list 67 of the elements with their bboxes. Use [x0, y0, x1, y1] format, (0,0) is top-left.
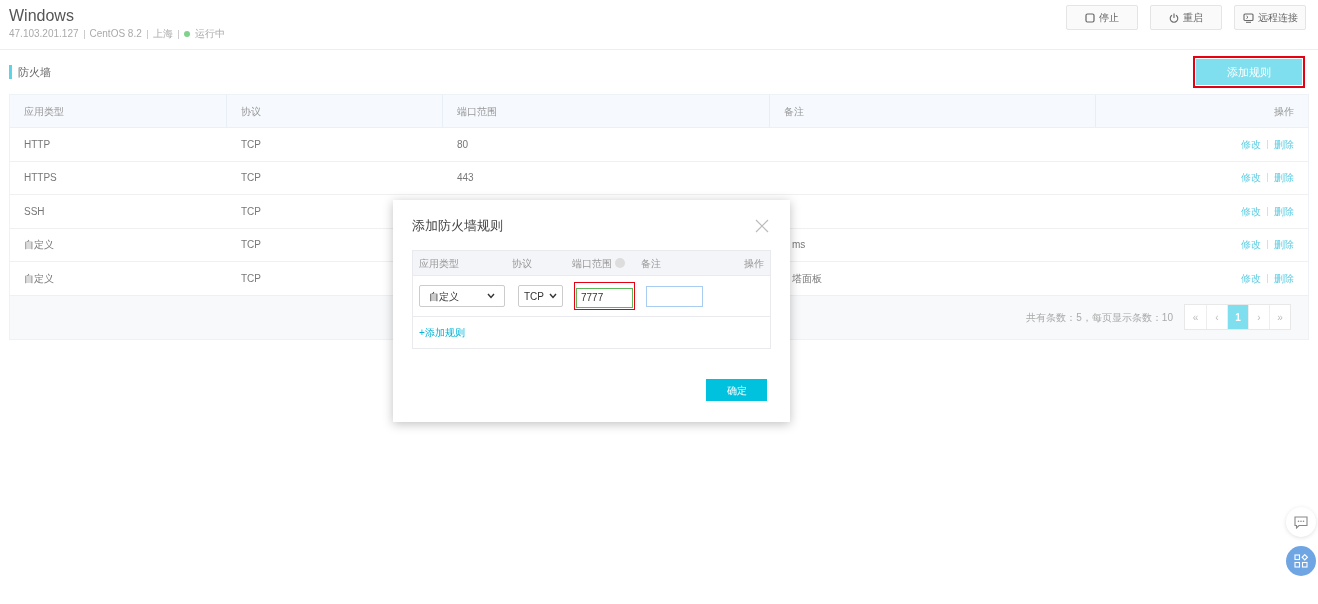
table-cell-text: 塔面板 — [792, 271, 822, 286]
column-header: 协议 — [512, 256, 532, 271]
table-cell-text: TCP — [241, 171, 261, 186]
port-field[interactable]: 7777 — [576, 287, 633, 308]
column-header: 备注 — [784, 104, 804, 119]
page-button[interactable]: › — [1248, 305, 1269, 329]
column-header: 操作 — [1274, 104, 1294, 119]
server-title: Windows — [9, 6, 75, 26]
add-rule-button[interactable]: 添加规则 — [1196, 59, 1302, 86]
protocol-select[interactable]: TCP — [518, 285, 563, 307]
apps-button[interactable] — [1286, 546, 1316, 576]
table-cell-text: ms — [792, 238, 806, 253]
table-cell-text: HTTP — [24, 137, 51, 152]
add-rule-link[interactable]: +添加规则 — [419, 325, 465, 340]
caret-icon — [487, 293, 495, 299]
column-header: 协议 — [241, 104, 261, 119]
edit-link[interactable]: 修改 — [1241, 203, 1261, 219]
delete-link[interactable]: 删除 — [1274, 270, 1294, 286]
restart-button[interactable]: 重启 — [1150, 5, 1222, 30]
column-header: 应用类型 — [419, 256, 459, 271]
help-icon — [615, 258, 625, 268]
region: 上海 — [152, 27, 173, 41]
column-header: 操作 — [744, 256, 764, 271]
table-cell-text: TCP — [241, 238, 261, 253]
table-cell-text: 80 — [457, 137, 469, 152]
column-header: 备注 — [641, 256, 661, 271]
chat-button[interactable] — [1286, 507, 1316, 537]
edit-link[interactable]: 修改 — [1241, 237, 1261, 253]
delete-link[interactable]: 删除 — [1274, 203, 1294, 219]
apps-icon — [1294, 554, 1308, 568]
ip-address: 47.103.201.127 — [9, 27, 79, 41]
edit-link[interactable]: 修改 — [1241, 136, 1261, 152]
dialog-title: 添加防火墙规则 — [412, 217, 503, 236]
edit-link[interactable]: 修改 — [1241, 270, 1261, 286]
remote-button[interactable]: 远程连接 — [1234, 5, 1306, 30]
edit-link[interactable]: 修改 — [1241, 170, 1261, 186]
table-cell-text: SSH — [24, 204, 45, 219]
column-header: 应用类型 — [24, 104, 64, 119]
delete-link[interactable]: 删除 — [1274, 170, 1294, 186]
page-button[interactable]: « — [1185, 305, 1206, 329]
status-text: 运行中 — [194, 27, 225, 41]
column-header: 端口范围 — [457, 104, 497, 119]
delete-link[interactable]: 删除 — [1274, 136, 1294, 152]
page-button[interactable]: » — [1269, 305, 1290, 329]
table-cell-text: 443 — [457, 171, 474, 186]
monitor-icon — [1242, 12, 1254, 23]
square-icon — [1085, 12, 1095, 23]
column-header: 端口范围 — [572, 256, 612, 271]
pagination-summary: 共有条数：5，每页显示条数：10 — [1026, 310, 1173, 325]
caret-icon — [549, 293, 557, 299]
page-button[interactable]: 1 — [1227, 305, 1248, 329]
table-cell-text: 自定义 — [24, 271, 54, 286]
close-icon[interactable] — [755, 219, 769, 233]
stop-button[interactable]: 停止 — [1066, 5, 1138, 30]
table-cell-text: HTTPS — [24, 171, 57, 186]
table-cell-text: TCP — [241, 271, 261, 286]
type-select[interactable]: 自定义 — [419, 285, 505, 307]
section-title: 防火墙 — [18, 64, 51, 80]
table-cell-text: TCP — [241, 204, 261, 219]
confirm-button[interactable]: 确定 — [706, 379, 767, 401]
power-icon — [1169, 12, 1179, 23]
table-cell-text: 自定义 — [24, 238, 54, 253]
delete-link[interactable]: 删除 — [1274, 237, 1294, 253]
os-version: CentOS 8.2 — [89, 27, 142, 41]
table-cell-text: TCP — [241, 137, 261, 152]
note-field[interactable] — [646, 285, 703, 307]
chat-icon — [1294, 515, 1308, 529]
